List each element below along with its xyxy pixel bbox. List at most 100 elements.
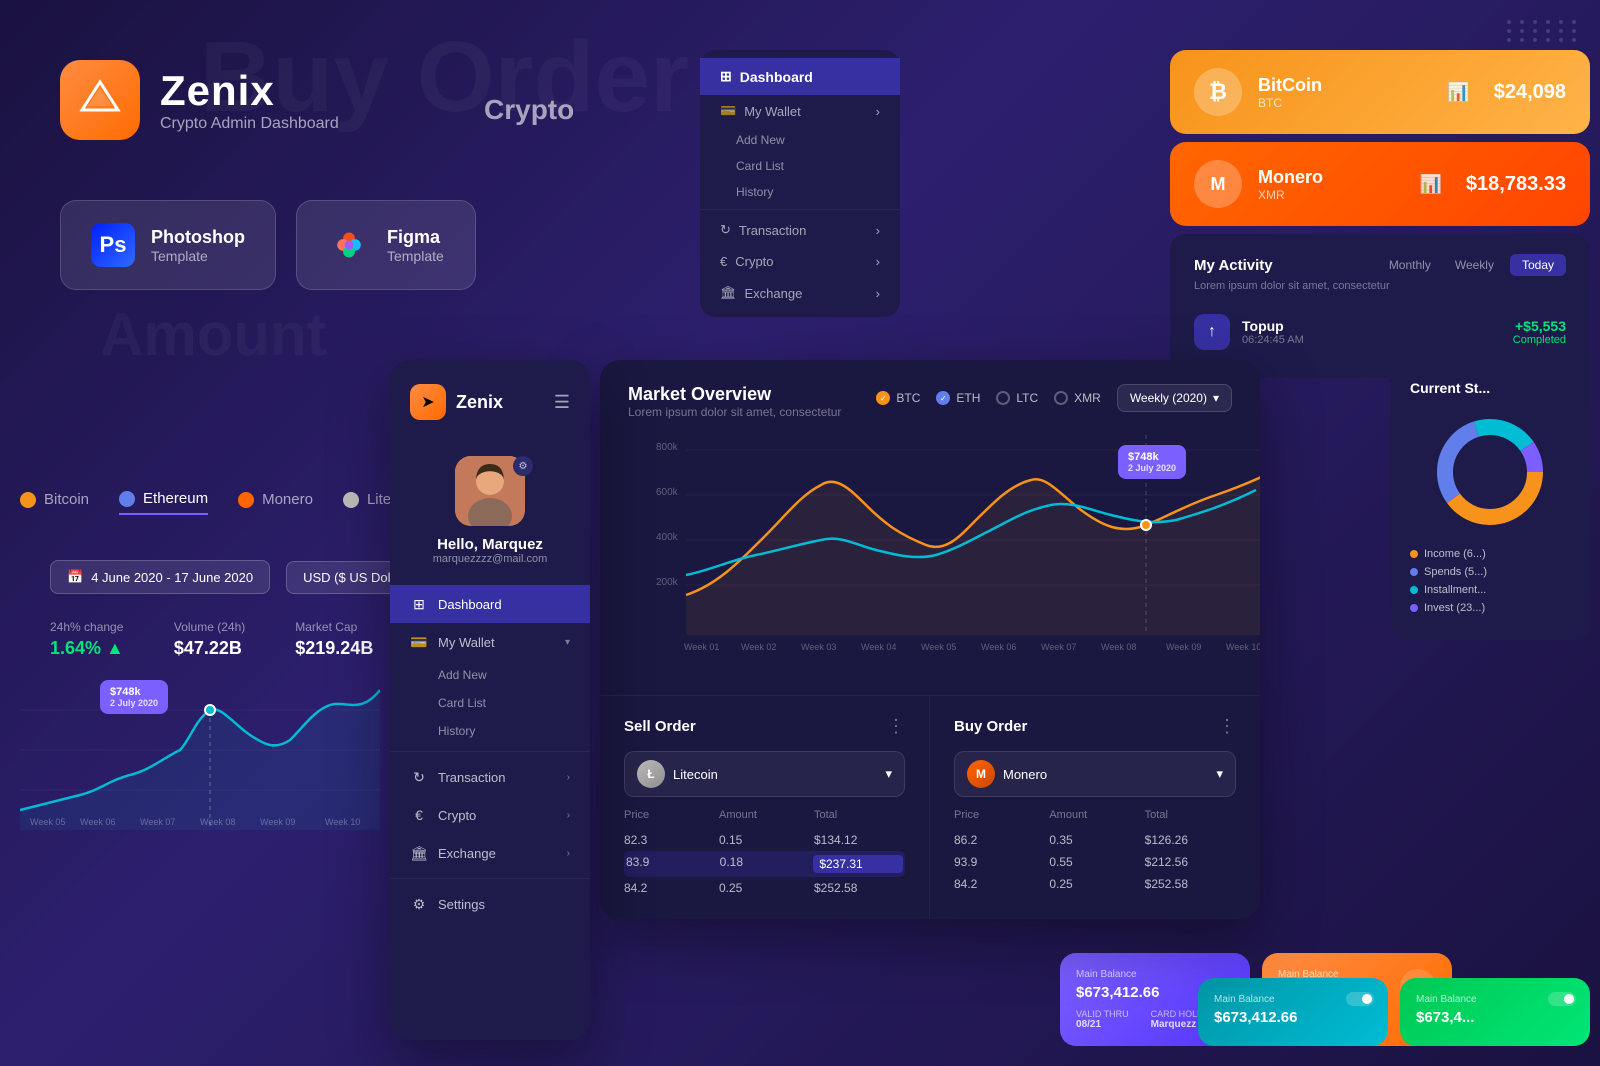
week-select-button[interactable]: Weekly (2020) ▾: [1117, 384, 1232, 412]
activity-header: My Activity Monthly Weekly Today: [1194, 254, 1566, 276]
buy-order-title: Buy Order: [954, 718, 1027, 735]
photoshop-card[interactable]: Ps Photoshop Template: [60, 200, 276, 290]
nav-wallet-label: My Wallet: [438, 635, 495, 650]
far-right-cards: Main Balance $673,412.66 Main Balance $6…: [1198, 978, 1590, 1046]
buy-order-menu-icon[interactable]: ⋮: [1218, 716, 1236, 737]
monero-price: $18,783.33: [1466, 173, 1566, 196]
xmr-check-icon: [1054, 391, 1068, 405]
bitcoin-price-card[interactable]: ₿ BitCoin BTC 📊 $24,098: [1170, 50, 1590, 134]
today-filter[interactable]: Today: [1510, 254, 1566, 276]
ps-icon: Ps: [91, 223, 135, 267]
week-chevron-icon: ▾: [1213, 391, 1219, 405]
nav-wallet[interactable]: 💳 My Wallet ▾: [390, 623, 590, 661]
legend-installment: Installment...: [1410, 584, 1570, 596]
filter-btc[interactable]: BTC: [876, 391, 920, 405]
topup-amount: +$5,553: [1513, 318, 1566, 334]
btc-check-icon: [876, 391, 890, 405]
os-dashboard[interactable]: ⊞ Dashboard: [700, 58, 900, 95]
ltc-check-icon: [996, 391, 1010, 405]
xmr-dot: [238, 492, 254, 508]
stat-volume: Volume (24h) $47.22B: [174, 620, 245, 659]
sell-price-col: Price: [624, 809, 715, 821]
nav-addnew[interactable]: Add New: [390, 661, 590, 689]
sell-amount-3: 0.25: [719, 881, 810, 895]
buy-order-table: Buy Order ⋮ M Monero ▾ Price Amount Tota…: [930, 695, 1260, 919]
nav-transaction-label: Transaction: [438, 770, 505, 785]
hamburger-button[interactable]: ☰: [554, 392, 570, 413]
activity-filters: Monthly Weekly Today: [1381, 254, 1566, 276]
income-dot: [1410, 550, 1418, 558]
os-cardlist[interactable]: Card List: [700, 153, 900, 179]
user-email: marquezzzz@mail.com: [433, 553, 547, 565]
os-crypto[interactable]: € Crypto ›: [700, 246, 900, 277]
stat-marketcap: Market Cap $219.24B: [295, 620, 373, 659]
installment-dot: [1410, 586, 1418, 594]
sell-order-header: Sell Order ⋮: [624, 716, 905, 737]
main-panel: Market Overview Lorem ipsum dolor sit am…: [600, 360, 1260, 919]
svg-text:Week 09: Week 09: [260, 817, 295, 827]
nav-settings[interactable]: ⚙ Settings: [390, 885, 590, 923]
svg-text:Week 08: Week 08: [1101, 642, 1136, 652]
os-exchange[interactable]: 🏛 Exchange ›: [700, 277, 900, 309]
green-toggle[interactable]: [1548, 992, 1576, 1006]
monero-price-card[interactable]: M Monero XMR 📊 $18,783.33: [1170, 142, 1590, 226]
filter-xmr[interactable]: XMR: [1054, 391, 1101, 405]
os-transaction[interactable]: ↻ Transaction ›: [700, 214, 900, 246]
topup-name: Topup: [1242, 318, 1501, 334]
buy-order-header: Buy Order ⋮: [954, 716, 1236, 737]
tab-monero[interactable]: Monero: [238, 491, 313, 514]
nav-history[interactable]: History: [390, 717, 590, 745]
svg-text:200k: 200k: [656, 577, 679, 588]
green-card[interactable]: Main Balance $673,4...: [1400, 978, 1590, 1046]
weekly-filter[interactable]: Weekly: [1447, 254, 1502, 276]
os-history[interactable]: History: [700, 179, 900, 205]
dots-decoration: [1507, 20, 1580, 42]
settings-icon[interactable]: ⚙: [513, 456, 533, 476]
nav-cardlist[interactable]: Card List: [390, 689, 590, 717]
wallet-icon: 💳: [720, 103, 736, 119]
os-wallet[interactable]: 💳 My Wallet ›: [700, 95, 900, 127]
bottom-crypto-tab-label[interactable]: Crypto: [484, 94, 574, 126]
buy-row-2: 93.9 0.55 $212.56: [954, 851, 1236, 873]
date-range-button[interactable]: 📅 4 June 2020 - 17 June 2020: [50, 560, 270, 594]
mo-title-text: Market Overview: [628, 384, 841, 405]
monero-chevron: ▾: [1216, 766, 1223, 782]
date-range-label: 4 June 2020 - 17 June 2020: [91, 570, 253, 585]
tab-ethereum[interactable]: Ethereum: [119, 490, 208, 515]
filter-ltc[interactable]: LTC: [996, 391, 1038, 405]
filter-eth[interactable]: ETH: [936, 391, 980, 405]
topup-arrow-icon: ↑: [1194, 314, 1230, 350]
branding-section: Zenix Crypto Admin Dashboard: [60, 60, 339, 140]
brand-logo-icon: [60, 60, 140, 140]
marketcap-label: Market Cap: [295, 620, 373, 634]
teal-toggle[interactable]: [1346, 992, 1374, 1006]
monero-icon: M: [1194, 160, 1242, 208]
old-sidebar: ⊞ Dashboard 💳 My Wallet › Add New Card L…: [700, 50, 900, 317]
filter-eth-label: ETH: [956, 391, 980, 405]
os-addnew[interactable]: Add New: [700, 127, 900, 153]
buy-total-1: $126.26: [1145, 833, 1236, 847]
tab-bitcoin[interactable]: Bitcoin: [20, 491, 89, 514]
litecoin-select[interactable]: Ł Litecoin ▾: [624, 751, 905, 797]
filter-ltc-label: LTC: [1016, 391, 1038, 405]
nav-crypto[interactable]: € Crypto ›: [390, 796, 590, 834]
market-tooltip-date: 2 July 2020: [1128, 463, 1176, 473]
bg-text-amount: Amount: [100, 300, 327, 369]
stat-change: 24h% change 1.64% ▲: [50, 620, 124, 659]
litecoin-avatar: Ł: [637, 760, 665, 788]
avatar-container: ⚙: [455, 456, 525, 526]
nav-dashboard[interactable]: ⊞ Dashboard: [390, 585, 590, 623]
marketcap-value: $219.24B: [295, 638, 373, 659]
monthly-filter[interactable]: Monthly: [1381, 254, 1439, 276]
teal-card[interactable]: Main Balance $673,412.66: [1198, 978, 1388, 1046]
monero-select[interactable]: M Monero ▾: [954, 751, 1236, 797]
svg-text:800k: 800k: [656, 442, 679, 453]
svg-text:Week 08: Week 08: [200, 817, 235, 827]
settings-nav-icon: ⚙: [410, 895, 428, 913]
nav-transaction[interactable]: ↻ Transaction ›: [390, 758, 590, 796]
bitcoin-price: $24,098: [1494, 81, 1566, 104]
figma-card[interactable]: Figma Template: [296, 200, 476, 290]
sell-price-2: 83.9: [626, 855, 716, 873]
nav-exchange[interactable]: 🏛 Exchange ›: [390, 834, 590, 872]
sell-order-menu-icon[interactable]: ⋮: [887, 716, 905, 737]
